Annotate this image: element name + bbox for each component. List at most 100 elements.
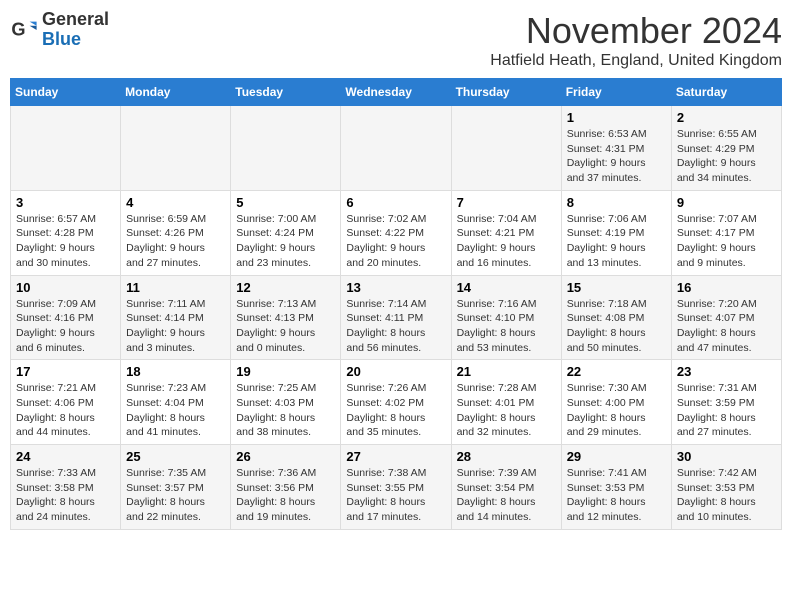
calendar-cell: 29 Sunrise: 7:41 AMSunset: 3:53 PMDayligh… [561, 445, 671, 530]
day-info: Sunrise: 7:25 AMSunset: 4:03 PMDaylight:… [236, 381, 335, 440]
logo: G General Blue [10, 10, 109, 50]
day-number: 26 [236, 449, 335, 464]
day-info: Sunrise: 7:07 AMSunset: 4:17 PMDaylight:… [677, 212, 776, 271]
day-info: Sunrise: 7:26 AMSunset: 4:02 PMDaylight:… [346, 381, 445, 440]
day-number: 23 [677, 364, 776, 379]
calendar-cell: 1 Sunrise: 6:53 AMSunset: 4:31 PMDaylight… [561, 106, 671, 191]
calendar-cell: 26 Sunrise: 7:36 AMSunset: 3:56 PMDayligh… [231, 445, 341, 530]
day-info: Sunrise: 7:21 AMSunset: 4:06 PMDaylight:… [16, 381, 115, 440]
calendar-cell: 13 Sunrise: 7:14 AMSunset: 4:11 PMDayligh… [341, 275, 451, 360]
calendar-cell: 8 Sunrise: 7:06 AMSunset: 4:19 PMDaylight… [561, 190, 671, 275]
calendar-cell: 23 Sunrise: 7:31 AMSunset: 3:59 PMDayligh… [671, 360, 781, 445]
day-info: Sunrise: 7:06 AMSunset: 4:19 PMDaylight:… [567, 212, 666, 271]
header-row: SundayMondayTuesdayWednesdayThursdayFrid… [11, 79, 782, 106]
calendar-cell: 7Sunrise: 7:04 AMSunset: 4:21 PMDaylight… [451, 190, 561, 275]
day-number: 29 [567, 449, 666, 464]
calendar-table: SundayMondayTuesdayWednesdayThursdayFrid… [10, 78, 782, 530]
logo-blue-text: Blue [42, 29, 81, 49]
day-number: 24 [16, 449, 115, 464]
day-number: 9 [677, 195, 776, 210]
day-number: 8 [567, 195, 666, 210]
day-number: 27 [346, 449, 445, 464]
day-info: Sunrise: 7:23 AMSunset: 4:04 PMDaylight:… [126, 381, 225, 440]
day-number: 21 [457, 364, 556, 379]
day-info: Sunrise: 6:53 AMSunset: 4:31 PMDaylight:… [567, 127, 666, 186]
day-number: 22 [567, 364, 666, 379]
day-info: Sunrise: 7:35 AMSunset: 3:57 PMDaylight:… [126, 466, 225, 525]
logo-general-text: General [42, 9, 109, 29]
week-row-2: 3Sunrise: 6:57 AMSunset: 4:28 PMDaylight… [11, 190, 782, 275]
day-number: 1 [567, 110, 666, 125]
day-info: Sunrise: 7:41 AMSunset: 3:53 PMDaylight:… [567, 466, 666, 525]
calendar-cell [451, 106, 561, 191]
header-day-wednesday: Wednesday [341, 79, 451, 106]
location-text: Hatfield Heath, England, United Kingdom [490, 52, 782, 70]
day-number: 13 [346, 280, 445, 295]
day-info: Sunrise: 7:31 AMSunset: 3:59 PMDaylight:… [677, 381, 776, 440]
day-number: 19 [236, 364, 335, 379]
day-number: 25 [126, 449, 225, 464]
calendar-cell [11, 106, 121, 191]
calendar-header: SundayMondayTuesdayWednesdayThursdayFrid… [11, 79, 782, 106]
day-number: 11 [126, 280, 225, 295]
calendar-cell: 27 Sunrise: 7:38 AMSunset: 3:55 PMDayligh… [341, 445, 451, 530]
calendar-cell: 16Sunrise: 7:20 AMSunset: 4:07 PMDayligh… [671, 275, 781, 360]
day-info: Sunrise: 6:55 AMSunset: 4:29 PMDaylight:… [677, 127, 776, 186]
day-number: 10 [16, 280, 115, 295]
calendar-cell: 28 Sunrise: 7:39 AMSunset: 3:54 PMDayligh… [451, 445, 561, 530]
calendar-cell: 11 Sunrise: 7:11 AMSunset: 4:14 PMDayligh… [121, 275, 231, 360]
day-info: Sunrise: 6:59 AMSunset: 4:26 PMDaylight:… [126, 212, 225, 271]
calendar-cell: 24Sunrise: 7:33 AMSunset: 3:58 PMDayligh… [11, 445, 121, 530]
calendar-body: 1 Sunrise: 6:53 AMSunset: 4:31 PMDaylight… [11, 106, 782, 530]
day-info: Sunrise: 7:30 AMSunset: 4:00 PMDaylight:… [567, 381, 666, 440]
day-info: Sunrise: 7:14 AMSunset: 4:11 PMDaylight:… [346, 297, 445, 356]
day-number: 4 [126, 195, 225, 210]
day-number: 20 [346, 364, 445, 379]
day-info: Sunrise: 7:02 AMSunset: 4:22 PMDaylight:… [346, 212, 445, 271]
week-row-1: 1 Sunrise: 6:53 AMSunset: 4:31 PMDaylight… [11, 106, 782, 191]
day-number: 17 [16, 364, 115, 379]
calendar-cell: 4 Sunrise: 6:59 AMSunset: 4:26 PMDaylight… [121, 190, 231, 275]
day-info: Sunrise: 7:39 AMSunset: 3:54 PMDaylight:… [457, 466, 556, 525]
day-number: 2 [677, 110, 776, 125]
day-number: 18 [126, 364, 225, 379]
calendar-cell: 5 Sunrise: 7:00 AMSunset: 4:24 PMDaylight… [231, 190, 341, 275]
calendar-cell: 25 Sunrise: 7:35 AMSunset: 3:57 PMDayligh… [121, 445, 231, 530]
day-info: Sunrise: 7:42 AMSunset: 3:53 PMDaylight:… [677, 466, 776, 525]
day-info: Sunrise: 7:28 AMSunset: 4:01 PMDaylight:… [457, 381, 556, 440]
calendar-cell: 21 Sunrise: 7:28 AMSunset: 4:01 PMDayligh… [451, 360, 561, 445]
calendar-cell: 10Sunrise: 7:09 AMSunset: 4:16 PMDayligh… [11, 275, 121, 360]
logo-icon: G [10, 16, 38, 44]
header-day-friday: Friday [561, 79, 671, 106]
day-info: Sunrise: 7:00 AMSunset: 4:24 PMDaylight:… [236, 212, 335, 271]
calendar-cell: 6Sunrise: 7:02 AMSunset: 4:22 PMDaylight… [341, 190, 451, 275]
day-number: 14 [457, 280, 556, 295]
day-number: 12 [236, 280, 335, 295]
week-row-3: 10Sunrise: 7:09 AMSunset: 4:16 PMDayligh… [11, 275, 782, 360]
day-info: Sunrise: 7:04 AMSunset: 4:21 PMDaylight:… [457, 212, 556, 271]
header-day-sunday: Sunday [11, 79, 121, 106]
calendar-cell: 15 Sunrise: 7:18 AMSunset: 4:08 PMDayligh… [561, 275, 671, 360]
calendar-cell: 2 Sunrise: 6:55 AMSunset: 4:29 PMDaylight… [671, 106, 781, 191]
day-info: Sunrise: 7:38 AMSunset: 3:55 PMDaylight:… [346, 466, 445, 525]
day-number: 5 [236, 195, 335, 210]
calendar-cell: 12Sunrise: 7:13 AMSunset: 4:13 PMDayligh… [231, 275, 341, 360]
day-number: 28 [457, 449, 556, 464]
day-info: Sunrise: 7:11 AMSunset: 4:14 PMDaylight:… [126, 297, 225, 356]
calendar-cell: 30Sunrise: 7:42 AMSunset: 3:53 PMDayligh… [671, 445, 781, 530]
day-number: 15 [567, 280, 666, 295]
calendar-cell: 3Sunrise: 6:57 AMSunset: 4:28 PMDaylight… [11, 190, 121, 275]
day-info: Sunrise: 7:18 AMSunset: 4:08 PMDaylight:… [567, 297, 666, 356]
calendar-cell: 17 Sunrise: 7:21 AMSunset: 4:06 PMDayligh… [11, 360, 121, 445]
calendar-cell: 22 Sunrise: 7:30 AMSunset: 4:00 PMDayligh… [561, 360, 671, 445]
day-number: 16 [677, 280, 776, 295]
day-info: Sunrise: 7:36 AMSunset: 3:56 PMDaylight:… [236, 466, 335, 525]
calendar-cell [121, 106, 231, 191]
calendar-cell: 14 Sunrise: 7:16 AMSunset: 4:10 PMDayligh… [451, 275, 561, 360]
calendar-cell: 9 Sunrise: 7:07 AMSunset: 4:17 PMDaylight… [671, 190, 781, 275]
week-row-5: 24Sunrise: 7:33 AMSunset: 3:58 PMDayligh… [11, 445, 782, 530]
day-info: Sunrise: 7:16 AMSunset: 4:10 PMDaylight:… [457, 297, 556, 356]
title-block: November 2024 Hatfield Heath, England, U… [490, 10, 782, 70]
page-header: G General Blue November 2024 Hatfield He… [10, 10, 782, 70]
calendar-cell [231, 106, 341, 191]
